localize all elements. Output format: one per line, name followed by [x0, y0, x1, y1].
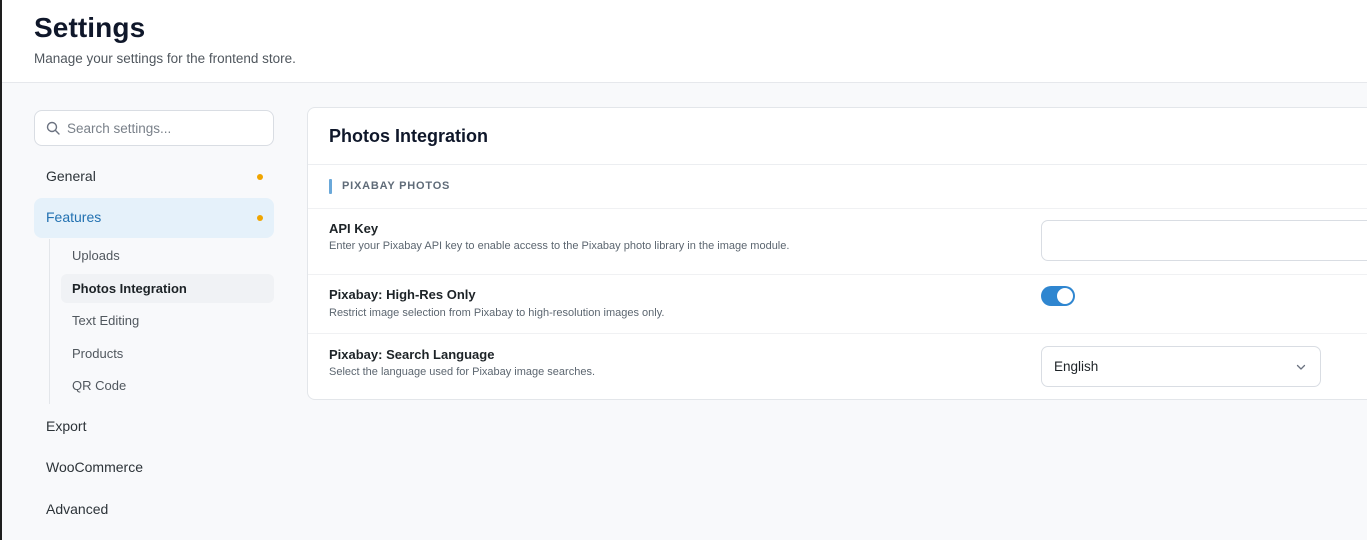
sidebar-item-woocommerce[interactable]: WooCommerce: [34, 448, 274, 488]
high-res-description: Restrict image selection from Pixabay to…: [329, 307, 665, 319]
sidebar-item-features[interactable]: Features: [34, 198, 274, 238]
settings-content: General Features Uploads Photos Integrat…: [2, 83, 1367, 540]
search-language-select[interactable]: English: [1041, 346, 1321, 387]
subnav-item-text-editing[interactable]: Text Editing: [61, 306, 274, 335]
panel-divider: [308, 164, 1367, 165]
search-box[interactable]: [34, 110, 274, 146]
sidebar-item-label: WooCommerce: [46, 459, 143, 475]
settings-panel: Photos Integration PIXABAY PHOTOS API Ke…: [307, 107, 1367, 400]
page-title: Settings: [34, 12, 146, 43]
search-icon: [46, 121, 60, 135]
subnav-item-qr-code[interactable]: QR Code: [61, 371, 274, 400]
subnav-item-label: Text Editing: [72, 313, 140, 328]
section-accent-bar: [329, 179, 332, 194]
app-frame: Settings Manage your settings for the fr…: [0, 0, 1367, 540]
chevron-down-icon: [1296, 364, 1306, 370]
subnav-item-label: Photos Integration: [72, 281, 187, 296]
subnav-item-label: Uploads: [72, 248, 120, 263]
search-language-description: Select the language used for Pixabay ima…: [329, 366, 595, 378]
api-key-label: API Key: [329, 221, 379, 236]
high-res-toggle[interactable]: [1041, 286, 1075, 306]
sidebar-item-label: General: [46, 168, 96, 184]
row-divider: [308, 333, 1367, 334]
search-language-label: Pixabay: Search Language: [329, 347, 495, 362]
sidebar-item-label: Advanced: [46, 501, 109, 517]
subnav-item-uploads[interactable]: Uploads: [61, 241, 274, 270]
high-res-label: Pixabay: High-Res Only: [329, 287, 476, 302]
sidebar-item-general[interactable]: General: [34, 157, 274, 197]
section-title: PIXABAY PHOTOS: [342, 180, 451, 192]
sidebar-item-label: Export: [46, 418, 87, 434]
search-input[interactable]: [67, 117, 267, 139]
api-key-description: Enter your Pixabay API key to enable acc…: [329, 240, 790, 252]
panel-title: Photos Integration: [329, 126, 488, 146]
page-subtitle: Manage your settings for the frontend st…: [34, 51, 296, 66]
sidebar-item-label: Features: [46, 209, 102, 225]
unsaved-dot: [257, 215, 263, 221]
subnav-item-products[interactable]: Products: [61, 339, 274, 368]
api-key-input[interactable]: [1041, 220, 1367, 261]
row-divider: [308, 274, 1367, 275]
subnav-item-label: QR Code: [72, 378, 127, 393]
sidebar-item-export[interactable]: Export: [34, 407, 274, 447]
select-value: English: [1054, 359, 1099, 374]
sidebar-item-advanced[interactable]: Advanced: [34, 490, 274, 530]
row-divider: [308, 208, 1367, 209]
subnav-item-label: Products: [72, 346, 124, 361]
unsaved-dot: [257, 174, 263, 180]
subnav-item-photos-integration[interactable]: Photos Integration: [61, 274, 274, 303]
toggle-knob: [1057, 288, 1073, 304]
subnav-line: [49, 239, 50, 404]
page-header: Settings Manage your settings for the fr…: [2, 0, 1367, 83]
